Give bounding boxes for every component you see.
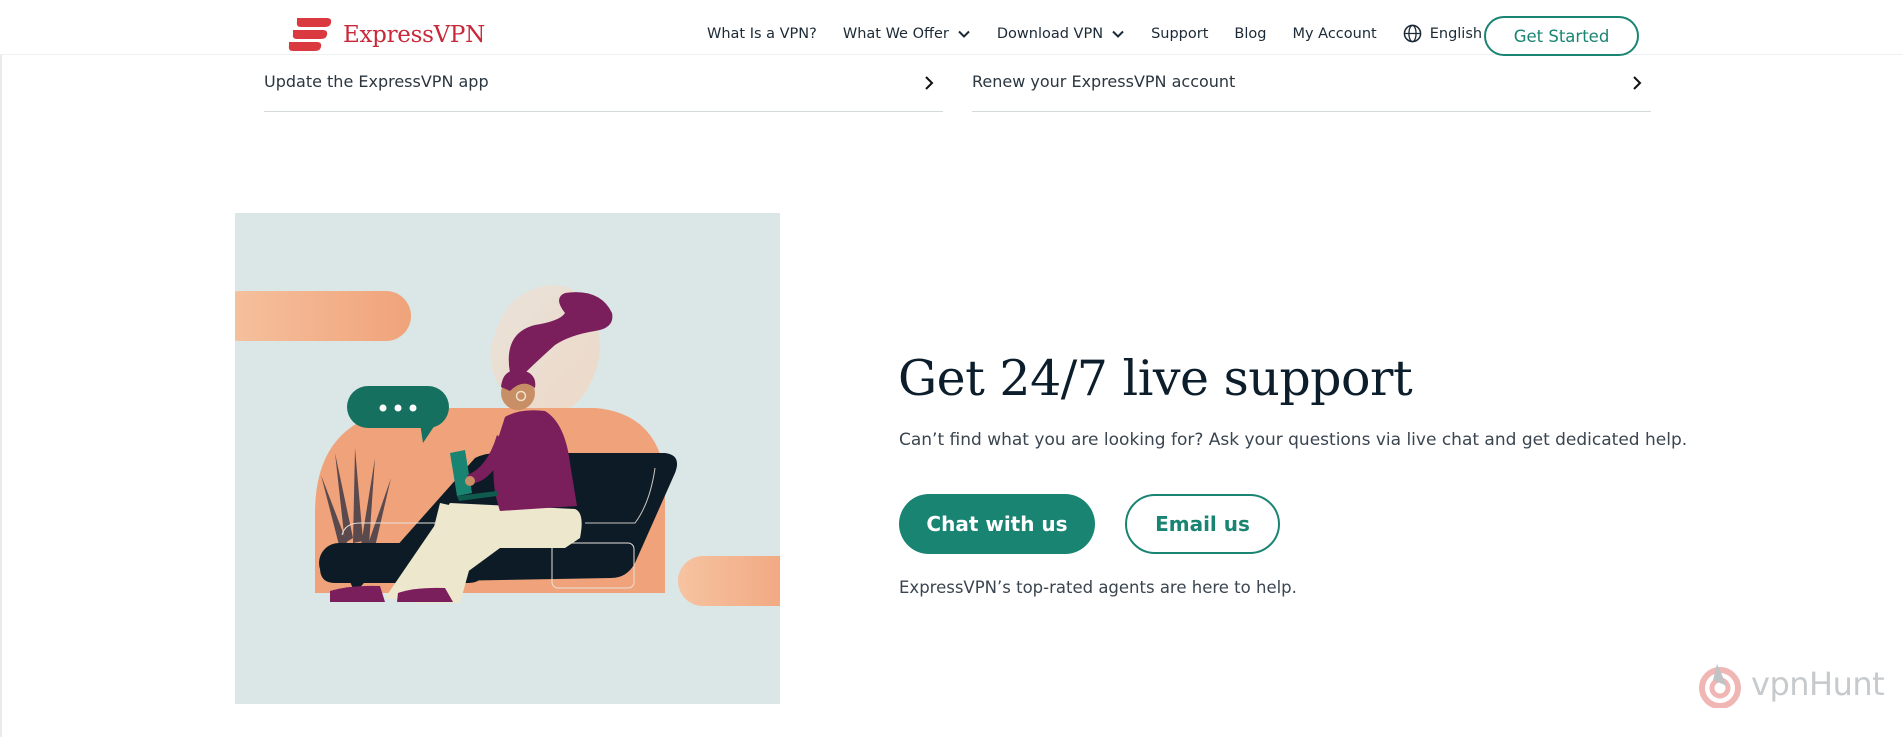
language-selector[interactable]: English: [1403, 24, 1482, 43]
get-started-button[interactable]: Get Started: [1484, 16, 1639, 56]
link-update-app[interactable]: Update the ExpressVPN app: [264, 62, 943, 112]
nav-download-vpn[interactable]: Download VPN: [997, 26, 1125, 42]
support-title: Get 24/7 live support: [898, 350, 1413, 407]
vpnhunt-watermark: vpnHunt: [1693, 660, 1885, 708]
link-renew-account[interactable]: Renew your ExpressVPN account: [972, 62, 1651, 112]
nav-label: What Is a VPN?: [707, 25, 817, 42]
decor-bar-bottom: [678, 556, 780, 606]
brand-name: ExpressVPN: [343, 22, 485, 48]
email-us-button[interactable]: Email us: [1125, 494, 1280, 554]
language-label: English: [1429, 25, 1483, 42]
chevron-down-icon: [958, 30, 970, 38]
nav-label: Blog: [1234, 25, 1267, 42]
link-label: Renew your ExpressVPN account: [972, 72, 1236, 91]
page-edge: [0, 0, 2, 737]
support-note: ExpressVPN’s top-rated agents are here t…: [899, 578, 1297, 597]
chevron-right-icon: [925, 76, 934, 90]
nav-blog[interactable]: Blog: [1234, 26, 1266, 42]
nav-label: My Account: [1292, 25, 1377, 42]
nav-what-we-offer[interactable]: What We Offer: [843, 26, 971, 42]
chevron-down-icon: [1112, 30, 1124, 38]
help-links: Update the ExpressVPN app Renew your Exp…: [264, 62, 1651, 112]
vpnhunt-logo-icon: [1699, 664, 1741, 708]
main-nav: What Is a VPN? What We Offer Download VP…: [707, 24, 1508, 43]
support-illustration: [235, 213, 780, 704]
decor-bar-top: [235, 291, 411, 341]
site-header: ExpressVPN What Is a VPN? What We Offer …: [0, 0, 1903, 56]
expressvpn-logo-icon: [288, 18, 332, 51]
nav-label: Download VPN: [996, 25, 1104, 42]
chat-with-us-button[interactable]: Chat with us: [899, 494, 1095, 554]
nav-label: What We Offer: [842, 25, 949, 42]
nav-what-is-vpn[interactable]: What Is a VPN?: [707, 26, 817, 42]
nav-my-account[interactable]: My Account: [1292, 26, 1376, 42]
watermark-text: vpnHunt: [1751, 665, 1885, 703]
support-description: Can’t find what you are looking for? Ask…: [899, 430, 1688, 450]
brand-logo[interactable]: ExpressVPN: [287, 16, 485, 54]
nav-support[interactable]: Support: [1151, 26, 1208, 42]
nav-label: Support: [1151, 25, 1209, 42]
link-label: Update the ExpressVPN app: [264, 72, 489, 91]
person-on-couch-illustration: [235, 285, 780, 606]
globe-icon: [1403, 24, 1422, 43]
chevron-right-icon: [1633, 76, 1642, 90]
